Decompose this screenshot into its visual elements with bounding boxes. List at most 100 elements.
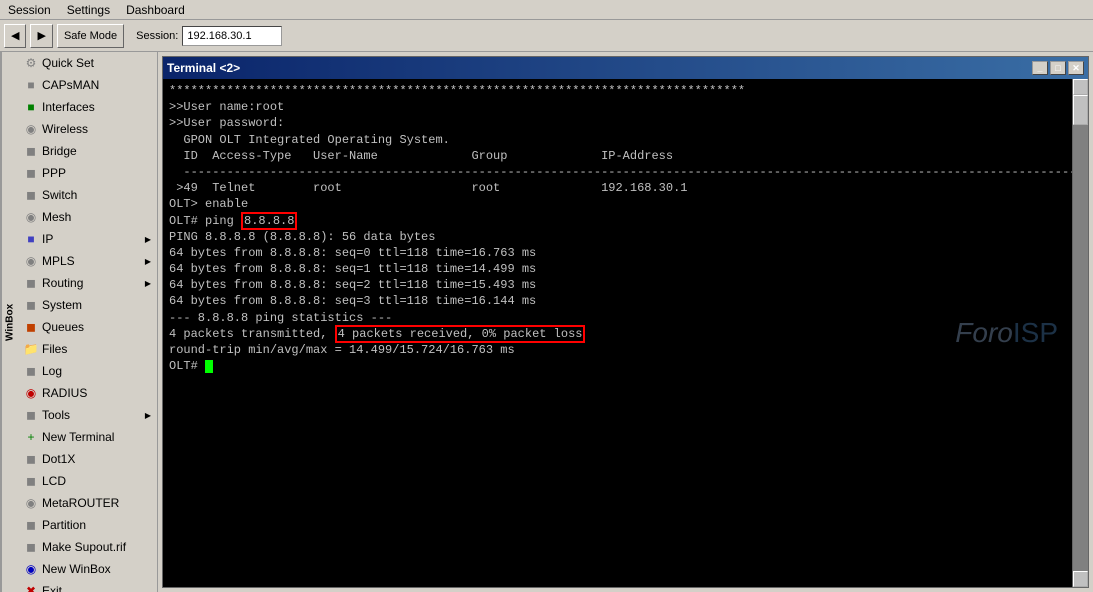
terminal-scrollbar: ▲ ▼ xyxy=(1072,79,1088,587)
menu-settings[interactable]: Settings xyxy=(63,2,114,18)
sidebar-item-label-radius: RADIUS xyxy=(42,386,87,400)
sidebar-item-label-bridge: Bridge xyxy=(42,144,77,158)
packet-result-highlight: 4 packets received, 0% packet loss xyxy=(335,325,586,343)
new-winbox-icon: ◉ xyxy=(24,562,38,576)
sidebar-item-interfaces[interactable]: ■Interfaces xyxy=(18,96,157,118)
scroll-thumb[interactable] xyxy=(1073,95,1088,125)
sidebar-item-label-new-winbox: New WinBox xyxy=(42,562,111,576)
terminal-line: ----------------------------------------… xyxy=(169,164,1066,180)
sidebar-item-label-mpls: MPLS xyxy=(42,254,75,268)
sidebar-item-exit[interactable]: ✖ Exit xyxy=(18,580,157,592)
sidebar-item-lcd[interactable]: ◼LCD xyxy=(18,470,157,492)
sidebar-item-switch[interactable]: ◼Switch xyxy=(18,184,157,206)
sidebar-item-label-metarouter: MetaROUTER xyxy=(42,496,119,510)
sidebar-item-label-system: System xyxy=(42,298,82,312)
sidebar-item-dot1x[interactable]: ◼ Dot1X xyxy=(18,448,157,470)
terminal-line: 64 bytes from 8.8.8.8: seq=2 ttl=118 tim… xyxy=(169,277,1066,293)
sidebar-item-new-terminal[interactable]: + New Terminal xyxy=(18,426,157,448)
terminal-cursor xyxy=(205,360,213,373)
routing-icon: ◼ xyxy=(24,276,38,290)
sidebar-item-label-ppp: PPP xyxy=(42,166,66,180)
sidebar-item-label-log: Log xyxy=(42,364,62,378)
sidebar-item-system[interactable]: ◼System xyxy=(18,294,157,316)
sidebar-item-radius[interactable]: ◉ RADIUS xyxy=(18,382,157,404)
sidebar-item-routing[interactable]: ◼ Routing xyxy=(18,272,157,294)
menu-session[interactable]: Session xyxy=(4,2,55,18)
sidebar-item-label-tools: Tools xyxy=(42,408,70,422)
session-value: 192.168.30.1 xyxy=(182,26,282,46)
terminal-line: 64 bytes from 8.8.8.8: seq=1 ttl=118 tim… xyxy=(169,261,1066,277)
terminal-line: 64 bytes from 8.8.8.8: seq=0 ttl=118 tim… xyxy=(169,245,1066,261)
sidebar-item-metarouter[interactable]: ◉MetaROUTER xyxy=(18,492,157,514)
partition-icon: ◼ xyxy=(24,518,38,532)
terminal-line: round-trip min/avg/max = 14.499/15.724/1… xyxy=(169,342,1066,358)
sidebar-item-label-dot1x: Dot1X xyxy=(42,452,75,466)
quick-set-icon: ⚙ xyxy=(24,56,38,70)
terminal-line: >>User name:root xyxy=(169,99,1066,115)
terminal-close-button[interactable]: ✕ xyxy=(1068,61,1084,75)
sidebar-item-label-lcd: LCD xyxy=(42,474,66,488)
dot1x-icon: ◼ xyxy=(24,452,38,466)
exit-icon: ✖ xyxy=(24,584,38,592)
ppp-icon: ◼ xyxy=(24,166,38,180)
sidebar-item-mesh[interactable]: ◉Mesh xyxy=(18,206,157,228)
radius-icon: ◉ xyxy=(24,386,38,400)
safe-mode-button[interactable]: Safe Mode xyxy=(57,24,124,48)
terminal-controls: _ □ ✕ xyxy=(1032,61,1084,75)
ip-icon: ■ xyxy=(24,232,38,246)
sidebar-item-new-winbox[interactable]: ◉ New WinBox xyxy=(18,558,157,580)
sidebar-item-tools[interactable]: ◼Tools xyxy=(18,404,157,426)
scroll-down-button[interactable]: ▼ xyxy=(1073,571,1088,587)
log-icon: ◼ xyxy=(24,364,38,378)
sidebar-item-ppp[interactable]: ◼ PPP xyxy=(18,162,157,184)
sidebar-item-make-supout[interactable]: ◼Make Supout.rif xyxy=(18,536,157,558)
terminal-line: ID Access-Type User-Name Group IP-Addres… xyxy=(169,148,1066,164)
sidebar-item-label-ip: IP xyxy=(42,232,53,246)
main-layout: WinBox ⚙Quick Set ■ CAPsMAN ■Interfaces◉Wir… xyxy=(0,52,1093,592)
bridge-icon: ◼ xyxy=(24,144,38,158)
interfaces-icon: ■ xyxy=(24,100,38,114)
sidebar-item-quick-set[interactable]: ⚙Quick Set xyxy=(18,52,157,74)
terminal-maximize-button[interactable]: □ xyxy=(1050,61,1066,75)
sidebar-item-mpls[interactable]: ◉ MPLS xyxy=(18,250,157,272)
toolbar: ◀ ▶ Safe Mode Session: 192.168.30.1 xyxy=(0,20,1093,52)
sidebar-item-bridge[interactable]: ◼ Bridge xyxy=(18,140,157,162)
sidebar-item-files[interactable]: 📁Files xyxy=(18,338,157,360)
mpls-icon: ◉ xyxy=(24,254,38,268)
terminal-line: >49 Telnet root root 192.168.30.1 00:00:… xyxy=(169,180,1066,196)
terminal-window: Terminal <2> _ □ ✕ *********************… xyxy=(162,56,1089,588)
sidebar-item-label-routing: Routing xyxy=(42,276,83,290)
terminal-line: OLT# ping 8.8.8.8 xyxy=(169,213,1066,229)
sidebar: ⚙Quick Set ■ CAPsMAN ■Interfaces◉Wireless ◼ B… xyxy=(18,52,158,592)
sidebar-item-label-make-supout: Make Supout.rif xyxy=(42,540,126,554)
sidebar-item-label-exit: Exit xyxy=(42,584,62,592)
new-terminal-icon: + xyxy=(24,430,38,444)
menu-dashboard[interactable]: Dashboard xyxy=(122,2,189,18)
session-label: Session: xyxy=(136,30,178,42)
sidebar-item-label-capsman: CAPsMAN xyxy=(42,78,99,92)
terminal-minimize-button[interactable]: _ xyxy=(1032,61,1048,75)
back-button[interactable]: ◀ xyxy=(4,24,26,48)
sidebar-item-partition[interactable]: ◼ Partition xyxy=(18,514,157,536)
terminal-line: PING 8.8.8.8 (8.8.8.8): 56 data bytes xyxy=(169,229,1066,245)
terminal-line: 64 bytes from 8.8.8.8: seq=3 ttl=118 tim… xyxy=(169,293,1066,309)
forward-button[interactable]: ▶ xyxy=(30,24,52,48)
wireless-icon: ◉ xyxy=(24,122,38,136)
winbox-tab[interactable]: WinBox xyxy=(0,52,18,592)
sidebar-item-queues[interactable]: ◼Queues xyxy=(18,316,157,338)
sidebar-item-label-partition: Partition xyxy=(42,518,86,532)
terminal-content[interactable]: ****************************************… xyxy=(163,79,1072,587)
content-area: Terminal <2> _ □ ✕ *********************… xyxy=(158,52,1093,592)
sidebar-item-wireless[interactable]: ◉Wireless xyxy=(18,118,157,140)
scroll-up-button[interactable]: ▲ xyxy=(1073,79,1088,95)
terminal-title: Terminal <2> xyxy=(167,61,1032,75)
sidebar-item-ip[interactable]: ■ IP xyxy=(18,228,157,250)
sidebar-item-capsman[interactable]: ■ CAPsMAN xyxy=(18,74,157,96)
switch-icon: ◼ xyxy=(24,188,38,202)
terminal-line: >>User password: xyxy=(169,115,1066,131)
ping-target-highlight: 8.8.8.8 xyxy=(241,212,297,230)
capsman-icon: ■ xyxy=(24,78,38,92)
scroll-track[interactable] xyxy=(1073,95,1088,571)
sidebar-item-log[interactable]: ◼ Log xyxy=(18,360,157,382)
sidebar-item-label-new-terminal: New Terminal xyxy=(42,430,114,444)
